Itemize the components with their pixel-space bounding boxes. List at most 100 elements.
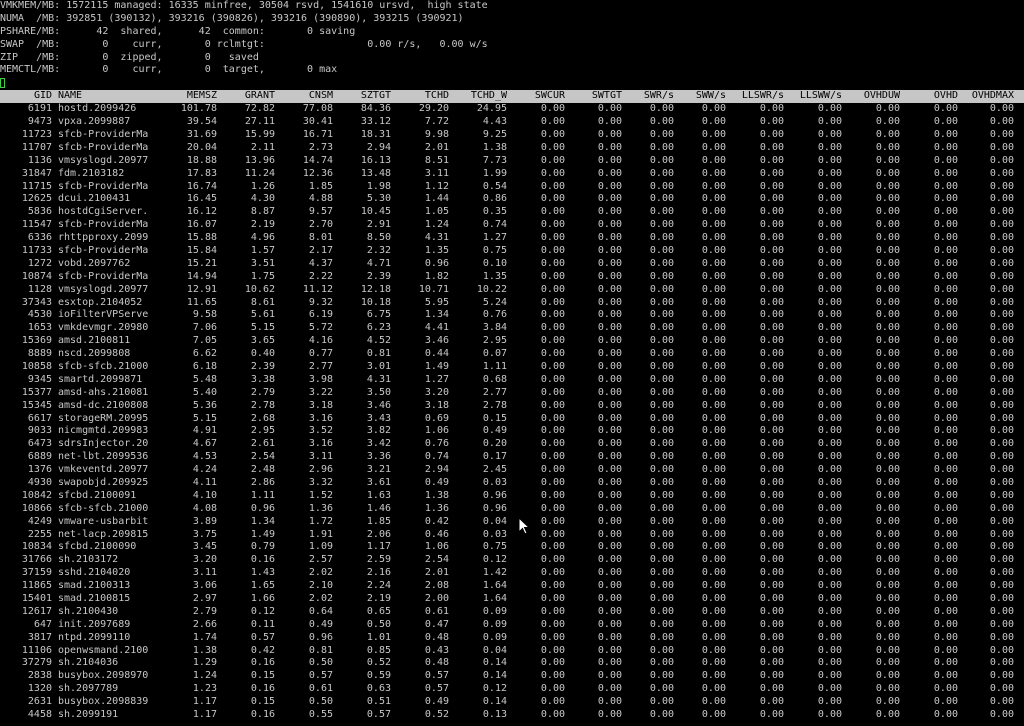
- table-row[interactable]: 8889 nscd.2099808 6.62 0.40 0.77 0.81 0.44 0.07…: [0, 348, 1024, 361]
- table-row[interactable]: 11547 sfcb-ProviderMa 16.07 2.19 2.70 2.91 1.2…: [0, 219, 1024, 232]
- column-header-tchd[interactable]: TCHD: [391, 90, 449, 103]
- cell-swcur: 0.00: [540, 270, 565, 282]
- column-header-ovhdmax[interactable]: OVHDMAX: [958, 90, 1014, 103]
- table-row[interactable]: 10866 sfcb-sfcb.21000 4.08 0.96 1.36 1.46 1.36…: [0, 503, 1024, 516]
- table-row[interactable]: 10834 sfcbd.2100090 3.45 0.79 1.09 1.17 1.06 0.…: [0, 541, 1024, 554]
- table-row[interactable]: 4930 swapobjd.209925 4.11 2.86 3.32 3.61 0.49 0…: [0, 477, 1024, 490]
- table-row[interactable]: 2631 busybox.2098839 1.17 0.15 0.50 0.51 0.49 0…: [0, 696, 1024, 709]
- table-row[interactable]: 3817 ntpd.2099110 1.74 0.57 0.96 1.01 0.48 0.09…: [0, 632, 1024, 645]
- table-row[interactable]: 6336 rhttpproxy.2099 15.88 4.96 8.01 8.50 4.31…: [0, 232, 1024, 245]
- table-row[interactable]: 31766 sh.2103172 3.20 0.16 2.57 2.59 2.54 0.12 0…: [0, 554, 1024, 567]
- cell-tchd-w: 5.24: [482, 296, 507, 308]
- cell-llsww-s: 0.00: [817, 412, 842, 424]
- table-row[interactable]: 37279 sh.2104036 1.29 0.16 0.50 0.52 0.48 0.14 0…: [0, 657, 1024, 670]
- cell-ovhduw: 0.00: [875, 373, 900, 385]
- cell-ovhduw: 0.00: [875, 244, 900, 256]
- table-row[interactable]: 11106 openwsmand.2100 1.38 0.42 0.81 0.85 0.43…: [0, 645, 1024, 658]
- cell-sww-s: 0.00: [701, 515, 726, 527]
- table-row[interactable]: 9033 nicmgmtd.209983 4.91 2.95 3.52 3.82 1.06 0…: [0, 425, 1024, 438]
- table-row[interactable]: 37343 esxtop.2104052 11.65 8.61 9.32 10.18 5.9…: [0, 297, 1024, 310]
- table-row[interactable]: 2838 busybox.2098970 1.24 0.15 0.57 0.59 0.57 0…: [0, 670, 1024, 683]
- cell-swcur: 0.00: [540, 464, 565, 476]
- cell-ovhd: 0.00: [933, 412, 958, 424]
- cell-memsz: 5.48: [192, 373, 217, 385]
- column-header-llswr-s[interactable]: LLSWR/s: [726, 90, 784, 103]
- table-row[interactable]: 6889 net-lbt.2099536 4.53 2.54 3.11 3.36 0.74 0…: [0, 451, 1024, 464]
- cell-cnsm: 0.77: [308, 348, 333, 360]
- column-header-ovhd[interactable]: OVHD: [900, 90, 958, 103]
- table-row[interactable]: 647 init.2097689 2.66 0.11 0.49 0.50 0.47 0.09 0…: [0, 619, 1024, 632]
- table-row[interactable]: 1272 vobd.2097762 15.21 3.51 4.37 4.71 0.96 0.1…: [0, 258, 1024, 271]
- cell-grant: 1.75: [250, 270, 275, 282]
- column-header-sww-s[interactable]: SWW/s: [674, 90, 726, 103]
- cell-gid: 9345: [27, 373, 52, 385]
- cell-tchd-w: 0.96: [482, 489, 507, 501]
- cell-swcur: 0.00: [540, 580, 565, 592]
- table-row[interactable]: 10842 sfcbd.2100091 4.10 1.11 1.52 1.63 1.38 0.…: [0, 490, 1024, 503]
- cell-ovhdmax: 0.00: [989, 709, 1014, 721]
- table-row[interactable]: 15401 smad.2100815 2.97 1.66 2.02 2.19 2.00 1.6…: [0, 593, 1024, 606]
- table-row[interactable]: 15369 amsd.2100811 7.05 3.65 4.16 4.52 3.46 2.9…: [0, 335, 1024, 348]
- table-row[interactable]: 12617 sh.2100430 2.79 0.12 0.64 0.65 0.61 0.09 0…: [0, 606, 1024, 619]
- cell-ovhduw: 0.00: [875, 103, 900, 115]
- cell-tchd: 2.01: [424, 567, 449, 579]
- cell-name: sh.2097789: [58, 683, 119, 695]
- table-row[interactable]: 1320 sh.2097789 1.23 0.16 0.61 0.63 0.57 0.12 0.…: [0, 683, 1024, 696]
- column-header-cnsm[interactable]: CNSM: [275, 90, 333, 103]
- table-row[interactable]: 1653 vmkdevmgr.20980 7.06 5.15 5.72 6.23 4.41 3…: [0, 322, 1024, 335]
- table-row[interactable]: 15377 amsd-ahs.210081 5.40 2.79 3.22 3.50 3.20…: [0, 387, 1024, 400]
- table-row[interactable]: 4530 ioFilterVPServe 9.58 5.61 6.19 6.75 1.34 0…: [0, 309, 1024, 322]
- column-header-ovhduw[interactable]: OVHDUW: [842, 90, 900, 103]
- column-header-swcur[interactable]: SWCUR: [507, 90, 565, 103]
- table-row[interactable]: 11865 smad.2100313 3.06 1.65 2.10 2.24 2.08 1.6…: [0, 580, 1024, 593]
- table-row[interactable]: 10874 sfcb-ProviderMa 14.94 1.75 2.22 2.39 1.8…: [0, 271, 1024, 284]
- table-row[interactable]: 6617 storageRM.20995 5.15 2.68 3.16 3.43 0.69 0…: [0, 413, 1024, 426]
- table-row[interactable]: 11715 sfcb-ProviderMa 16.74 1.26 1.85 1.98 1.1…: [0, 181, 1024, 194]
- cell-memsz: 16.07: [186, 219, 217, 231]
- table-row[interactable]: 15345 amsd-dc.2100808 5.36 2.78 3.18 3.46 3.18…: [0, 400, 1024, 413]
- cell-swcur: 0.00: [540, 244, 565, 256]
- column-header-gid[interactable]: GID: [0, 90, 52, 103]
- column-header-llsww-s[interactable]: LLSWW/s: [784, 90, 842, 103]
- cell-ovhduw: 0.00: [875, 232, 900, 244]
- command-prompt-line[interactable]: [0, 77, 1024, 90]
- table-row[interactable]: 6473 sdrsInjector.20 4.67 2.61 3.16 3.42 0.76 0…: [0, 438, 1024, 451]
- table-row[interactable]: 4249 vmware-usbarbit 3.89 1.34 1.72 1.85 0.42 0…: [0, 516, 1024, 529]
- table-row[interactable]: 1136 vmsyslogd.20977 18.88 13.96 14.74 16.13 8…: [0, 155, 1024, 168]
- cell-tchd: 4.31: [424, 232, 449, 244]
- terminal-window[interactable]: VMKMEM/MB: 1572115 managed: 16335 minfre…: [0, 0, 1024, 726]
- column-header-grant[interactable]: GRANT: [217, 90, 275, 103]
- cell-swcur: 0.00: [540, 567, 565, 579]
- table-row[interactable]: 4458 sh.2099191 1.17 0.16 0.55 0.57 0.52 0.13 0.…: [0, 709, 1024, 722]
- cell-swr-s: 0.00: [649, 593, 674, 605]
- table-row[interactable]: 37159 sshd.2104020 3.11 1.43 2.02 2.16 2.01 1.4…: [0, 567, 1024, 580]
- table-row[interactable]: 5836 hostdCgiServer. 16.12 8.87 9.57 10.45 1.0…: [0, 206, 1024, 219]
- table-row[interactable]: 9473 vpxa.2099887 39.54 27.11 30.41 33.12 7.72…: [0, 116, 1024, 129]
- cell-llsww-s: 0.00: [817, 438, 842, 450]
- table-row[interactable]: 1128 vmsyslogd.20977 12.91 10.62 11.12 12.18 1…: [0, 284, 1024, 297]
- table-row[interactable]: 9345 smartd.2099871 5.48 3.38 3.98 4.31 1.27 0.…: [0, 374, 1024, 387]
- cell-grant: 3.38: [250, 373, 275, 385]
- column-header-sztgt[interactable]: SZTGT: [333, 90, 391, 103]
- table-row[interactable]: 11723 sfcb-ProviderMa 31.69 15.99 16.71 18.31…: [0, 129, 1024, 142]
- column-header-swtgt[interactable]: SWTGT: [565, 90, 622, 103]
- table-row[interactable]: 1376 vmkeventd.20977 4.24 2.48 2.96 3.21 2.94 2…: [0, 464, 1024, 477]
- table-row[interactable]: 6191 hostd.2099426 101.78 72.82 77.08 84.36 29…: [0, 103, 1024, 116]
- cell-ovhdmax: 0.00: [989, 219, 1014, 231]
- column-header-memsz[interactable]: MEMSZ: [166, 90, 217, 103]
- cell-swcur: 0.00: [540, 219, 565, 231]
- column-header-tchd-w[interactable]: TCHD_W: [449, 90, 507, 103]
- cell-swr-s: 0.00: [649, 683, 674, 695]
- column-header-name[interactable]: NAME: [52, 90, 166, 103]
- table-row[interactable]: 12625 dcui.2100431 16.45 4.30 4.88 5.30 1.44 0.…: [0, 193, 1024, 206]
- arrow-pointer-icon: [518, 517, 530, 535]
- table-row[interactable]: 11707 sfcb-ProviderMa 20.04 2.11 2.73 2.94 2.0…: [0, 142, 1024, 155]
- table-row[interactable]: 31847 fdm.2103182 17.83 11.24 12.36 13.48 3.11…: [0, 168, 1024, 181]
- cell-name: init.2097689: [58, 618, 131, 630]
- column-header-swr-s[interactable]: SWR/s: [622, 90, 674, 103]
- cell-tchd-w: 1.27: [482, 232, 507, 244]
- table-row[interactable]: 2255 net-lacp.209815 3.75 1.49 1.91 2.06 0.46 0…: [0, 529, 1024, 542]
- table-row[interactable]: 11733 sfcb-ProviderMa 15.84 1.57 2.17 2.32 1.3…: [0, 245, 1024, 258]
- table-row[interactable]: 10858 sfcb-sfcb.21000 6.18 2.39 2.77 3.01 1.49…: [0, 361, 1024, 374]
- cell-sztgt: 2.94: [366, 141, 391, 153]
